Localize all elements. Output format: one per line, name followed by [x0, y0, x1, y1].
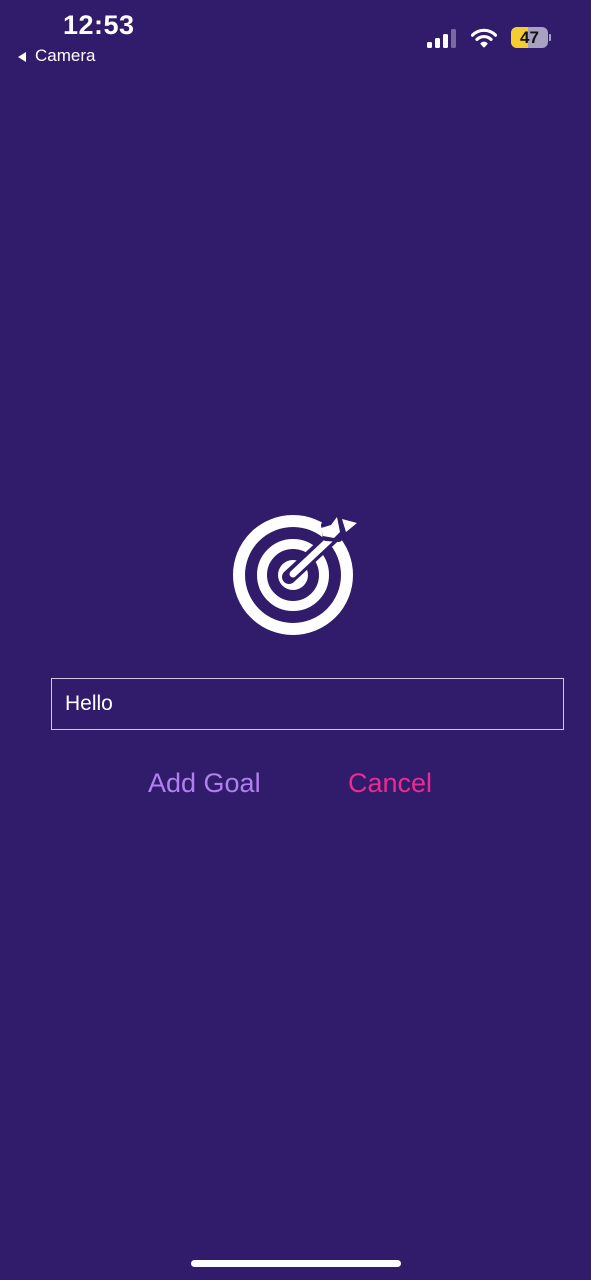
- cancel-button[interactable]: Cancel: [348, 768, 432, 799]
- app-screen: 12:53 Camera 47 Hello Add Goal Cancel: [0, 0, 591, 1280]
- goal-text-input[interactable]: [51, 678, 564, 730]
- target-arrow-icon: [233, 509, 357, 635]
- home-indicator[interactable]: [191, 1260, 401, 1267]
- back-triangle-icon: [18, 51, 26, 62]
- battery-level: 47: [520, 28, 539, 47]
- wifi-icon: [471, 28, 497, 47]
- status-indicators: 47: [427, 27, 551, 48]
- add-goal-button[interactable]: Add Goal: [148, 768, 261, 799]
- back-label: Camera: [35, 46, 96, 65]
- cellular-signal-icon: [427, 28, 457, 48]
- back-to-camera-link[interactable]: Camera: [18, 46, 95, 66]
- status-time: 12:53: [63, 10, 135, 40]
- battery-icon: 47: [511, 27, 551, 48]
